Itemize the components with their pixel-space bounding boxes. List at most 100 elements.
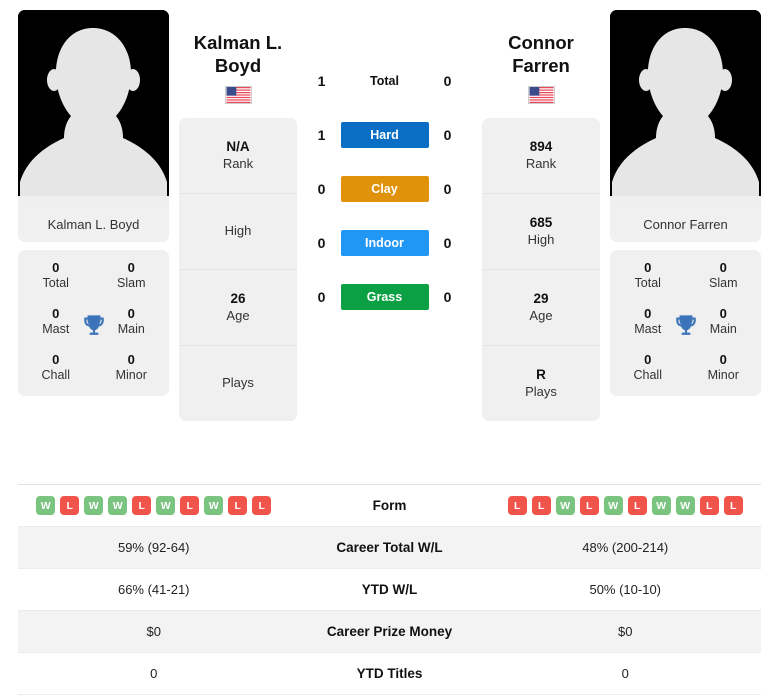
h2h-row-clay: 0 Clay 0 [311, 176, 459, 202]
h2h-indoor-right-score: 0 [443, 235, 452, 251]
form-badge-loss: L [132, 496, 152, 515]
left-player-meta-column: Kalman L. Boyd N/A Rank High 26 Age Play… [179, 10, 297, 422]
form-badge-loss: L [252, 496, 272, 515]
left-info-age-value: 26 [230, 291, 246, 307]
left-player-name: Kalman L. Boyd [179, 32, 297, 77]
right-info-plays: R Plays [482, 346, 600, 421]
left-titles-total: 0 Total [18, 260, 94, 292]
right-titles-total-label: Total [634, 276, 661, 291]
form-badge-loss: L [507, 496, 527, 515]
left-titles-slam-value: 0 [127, 260, 135, 275]
left-info-rank-label: Rank [222, 155, 254, 171]
h2h-hard-label[interactable]: Hard [340, 122, 429, 148]
right-info-age-value: 29 [533, 291, 549, 307]
player-comparison-page: Kalman L. Boyd 0 Total 0 Slam 0 Mast 0 M… [0, 0, 779, 699]
right-info-plays-value: R [536, 367, 546, 383]
left-info-plays-label: Plays [222, 375, 254, 391]
stats-row-form: WLWWLWLWLL Form LLWLWLWWLL [18, 485, 761, 527]
right-titles-total-value: 0 [644, 260, 652, 275]
left-titles-minor-value: 0 [127, 351, 135, 367]
h2h-grass-label[interactable]: Grass [340, 284, 429, 310]
form-badge-loss: L [579, 496, 599, 515]
right-player-silhouette-photo [610, 10, 761, 206]
right-titles-total: 0 Total [610, 260, 686, 292]
form-badge-loss: L [699, 496, 719, 515]
left-info-age-label: Age [226, 307, 250, 323]
left-info-plays: Plays [179, 346, 297, 421]
left-player-titles-card: 0 Total 0 Slam 0 Mast 0 Main 0 Chall 0 M… [18, 250, 169, 396]
h2h-hard-right-score: 0 [443, 127, 452, 143]
form-badge-win: W [108, 496, 128, 515]
h2h-row-hard: 1 Hard 0 [311, 122, 459, 148]
left-info-high: High [179, 194, 297, 271]
left-titles-chall: 0 Chall [18, 352, 94, 384]
h2h-grass-right-score: 0 [443, 289, 452, 305]
right-info-rank: 894 Rank [482, 118, 600, 195]
left-player-name-line1: Kalman L. [193, 32, 283, 53]
right-titles-minor-label: Minor [707, 368, 739, 382]
left-titles-chall-label: Chall [41, 368, 71, 382]
left-career-prize-value: $0 [146, 624, 161, 639]
left-player-info-card: N/A Rank High 26 Age Plays [179, 118, 297, 422]
right-player-name-line1: Connor [508, 32, 574, 53]
h2h-indoor-label[interactable]: Indoor [340, 230, 429, 256]
form-badge-win: W [603, 496, 623, 515]
left-player-name-line2: Boyd [214, 54, 262, 76]
right-titles-chall: 0 Chall [610, 352, 686, 384]
stats-row-career-prize-label: Career Prize Money [326, 624, 453, 639]
right-info-rank-value: 894 [529, 139, 553, 155]
left-ytd-wl-value: 66% (41-21) [117, 582, 190, 597]
left-titles-minor-label: Minor [115, 368, 147, 382]
right-player-name: Connor Farren [482, 32, 600, 77]
left-titles-minor: 0 Minor [94, 352, 170, 384]
form-badge-loss: L [627, 496, 647, 515]
left-titles-chall-value: 0 [52, 351, 60, 367]
left-player-us-flag-icon [224, 86, 252, 105]
right-titles-minor: 0 Minor [686, 352, 762, 384]
form-badge-win: W [675, 496, 695, 515]
right-titles-slam: 0 Slam [686, 260, 762, 292]
left-player-photo-card[interactable]: Kalman L. Boyd [18, 10, 169, 242]
left-titles-slam-label: Slam [117, 276, 146, 291]
form-badge-loss: L [531, 496, 551, 515]
right-player-photo-name: Connor Farren [610, 206, 761, 242]
form-badge-loss: L [180, 496, 200, 515]
h2h-clay-label[interactable]: Clay [340, 176, 429, 202]
right-info-age: 29 Age [482, 270, 600, 347]
h2h-clay-left-score: 0 [317, 181, 326, 197]
form-badge-win: W [156, 496, 176, 515]
right-ytd-titles-value: 0 [621, 666, 629, 681]
right-player-meta-column: Connor Farren 894 Rank 685 High 29 Age R… [482, 10, 600, 422]
h2h-row-indoor: 0 Indoor 0 [311, 230, 459, 256]
stats-row-career-prize: $0 Career Prize Money $0 [18, 611, 761, 653]
left-titles-total-label: Total [42, 276, 69, 291]
h2h-indoor-left-score: 0 [317, 235, 326, 251]
h2h-grass-left-score: 0 [317, 289, 326, 305]
left-info-rank: N/A Rank [179, 118, 297, 195]
right-form-cell: LLWLWLWWLL [490, 496, 762, 515]
right-info-high-label: High [527, 231, 555, 247]
left-info-age: 26 Age [179, 270, 297, 347]
right-player-column: Connor Farren 0 Total 0 Slam 0 Mast 0 Ma… [610, 10, 761, 396]
stats-row-ytd-wl-label: YTD W/L [361, 582, 418, 597]
left-info-rank-value: N/A [226, 139, 250, 155]
form-badge-win: W [204, 496, 224, 515]
stats-row-form-label: Form [372, 498, 407, 513]
left-form-badges: WLWWLWLWLL [36, 496, 272, 515]
stats-row-ytd-titles: 0 YTD Titles 0 [18, 653, 761, 695]
left-titles-slam: 0 Slam [94, 260, 170, 292]
right-player-us-flag-icon [527, 86, 555, 105]
h2h-total-left-score: 1 [317, 73, 326, 89]
left-info-high-label: High [224, 223, 252, 239]
comparison-header: Kalman L. Boyd 0 Total 0 Slam 0 Mast 0 M… [0, 0, 779, 478]
right-player-info-card: 894 Rank 685 High 29 Age R Plays [482, 118, 600, 422]
form-badge-win: W [555, 496, 575, 515]
left-player-column: Kalman L. Boyd 0 Total 0 Slam 0 Mast 0 M… [18, 10, 169, 396]
right-titles-chall-value: 0 [644, 351, 652, 367]
left-career-wl-value: 59% (92-64) [117, 540, 190, 555]
right-player-photo-card[interactable]: Connor Farren [610, 10, 761, 242]
trophy-icon [83, 315, 104, 335]
left-ytd-titles-value: 0 [150, 666, 158, 681]
form-badge-loss: L [228, 496, 248, 515]
h2h-row-grass: 0 Grass 0 [311, 284, 459, 310]
